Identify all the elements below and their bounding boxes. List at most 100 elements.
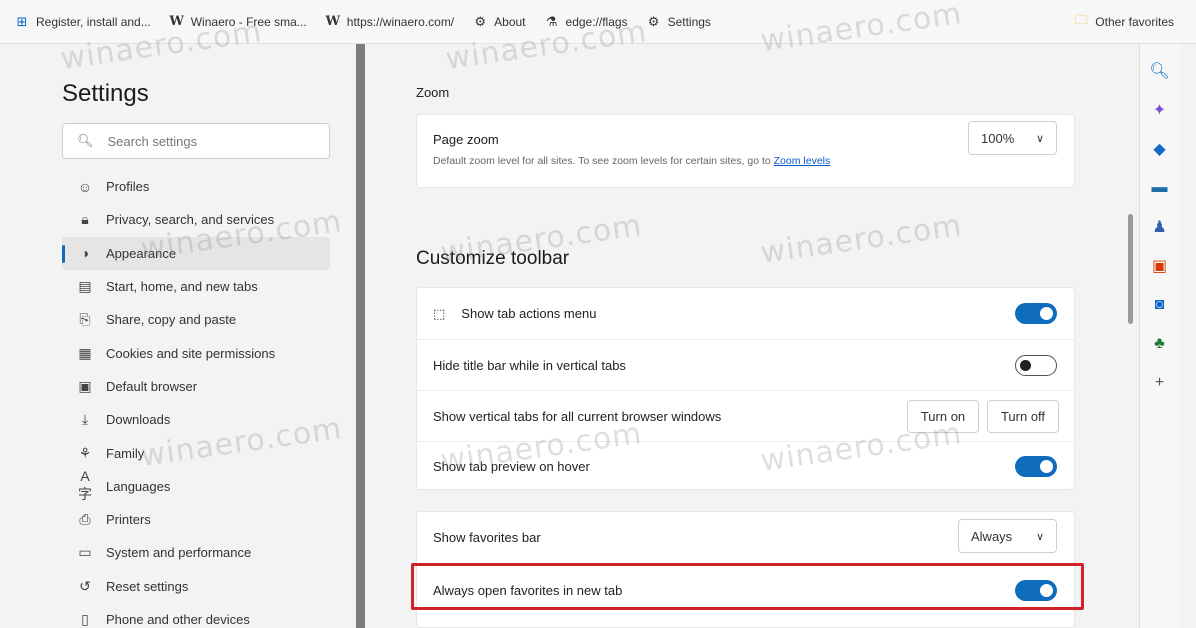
settings-nav: ☺ Profiles 🔒︎ Privacy, search, and servi…	[62, 170, 330, 628]
download-icon: ⤓	[81, 411, 89, 428]
favorite-about[interactable]: ⚙ About	[472, 14, 525, 30]
customize-toolbar-heading: Customize toolbar	[416, 248, 570, 269]
sidebar-item-label: Share, copy and paste	[106, 312, 237, 328]
sidebar-item-appearance[interactable]: ◑ Appearance	[62, 236, 330, 270]
highlight-box	[411, 563, 1084, 610]
sidebar-item-system[interactable]: ▭ System and performance	[62, 536, 330, 569]
row-label: Show favorites bar	[433, 530, 541, 545]
search-icon[interactable]: 🔍︎	[1149, 58, 1169, 84]
sidebar-item-start-home[interactable]: ▤ Start, home, and new tabs	[62, 270, 330, 303]
sidebar-item-label: Default browser	[106, 378, 198, 394]
sidebar-item-label: Reset settings	[106, 578, 189, 594]
sidebar-item-label: Family	[106, 445, 145, 461]
row-label: Show vertical tabs for all current brows…	[433, 408, 722, 424]
favorite-winaero[interactable]: W Winaero - Free sma...	[169, 14, 306, 30]
briefcase-icon[interactable]: ▬	[1150, 175, 1170, 201]
row-hide-title-bar: Hide title bar while in vertical tabs	[417, 339, 1074, 390]
page-zoom-desc-text: Default zoom level for all sites. To see…	[433, 155, 771, 167]
toggle-knob	[1020, 360, 1031, 371]
printer-icon: ⎙	[79, 511, 91, 528]
sidebar-item-share-copy[interactable]: ⎘ Share, copy and paste	[62, 303, 330, 336]
row-tab-preview: Show tab preview on hover	[417, 441, 1074, 491]
turn-off-button[interactable]: Turn off	[987, 400, 1059, 433]
favorite-register[interactable]: ⊞ Register, install and...	[14, 14, 151, 30]
browser-icon: ▣	[78, 377, 92, 394]
favorite-flags[interactable]: ⚗ edge://flags	[544, 14, 628, 30]
sidebar-item-label: Printers	[106, 512, 151, 528]
sidebar-item-label: System and performance	[106, 545, 252, 561]
edge-sidebar: 🔍︎ ✦ ◆ ▬ ♟ ▣ ◙ ♣ +	[1139, 44, 1179, 628]
sidebar-item-label: Downloads	[106, 412, 171, 428]
page-zoom-dropdown[interactable]: 100% ∨	[968, 121, 1057, 155]
search-settings-input[interactable]: 🔍︎ Search settings	[62, 123, 330, 159]
page-zoom-value: 100%	[981, 130, 1015, 146]
toolbar-card: ⬚ Show tab actions menu Hide title bar w…	[416, 287, 1075, 490]
copilot-icon[interactable]: ✦	[1150, 97, 1170, 123]
favorites-bar-dropdown[interactable]: Always ∨	[958, 519, 1057, 553]
add-icon[interactable]: +	[1150, 370, 1170, 396]
sidebar-item-label: Profiles	[106, 179, 150, 195]
sidebar-item-phone[interactable]: ▯ Phone and other devices	[62, 603, 330, 628]
games-icon[interactable]: ♟	[1150, 214, 1170, 240]
windows-logo-icon: ⊞	[16, 13, 28, 29]
row-label: Hide title bar while in vertical tabs	[433, 357, 626, 373]
favorite-label: Register, install and...	[36, 14, 151, 29]
row-show-tab-actions: ⬚ Show tab actions menu	[417, 288, 1074, 339]
favorite-winaero-url[interactable]: W https://winaero.com/	[325, 14, 454, 30]
sidebar-item-label: Start, home, and new tabs	[106, 279, 258, 295]
other-favorites-label: Other favorites	[1095, 15, 1174, 29]
office-icon[interactable]: ▣	[1150, 253, 1170, 279]
other-favorites[interactable]: 🗀 Other favorites	[1073, 12, 1174, 30]
favorites-bar: ⊞ Register, install and... W Winaero - F…	[0, 0, 1196, 44]
folder-icon: 🗀	[1074, 12, 1088, 27]
tag-icon[interactable]: ◆	[1150, 136, 1170, 162]
chevron-down-icon: ∨	[1035, 530, 1044, 543]
sidebar-item-downloads[interactable]: ⤓ Downloads	[62, 403, 330, 436]
favorite-label: About	[494, 14, 526, 29]
lock-icon: 🔒︎	[81, 211, 89, 228]
gear-icon: ⚙	[474, 13, 486, 29]
sidebar-item-profiles[interactable]: ☺ Profiles	[62, 170, 330, 203]
sidebar-item-printers[interactable]: ⎙ Printers	[62, 503, 330, 536]
tab-preview-toggle[interactable]	[1015, 456, 1057, 477]
flask-icon: ⚗	[545, 13, 558, 29]
cookie-icon: ▦	[78, 344, 92, 361]
show-tab-actions-toggle[interactable]	[1015, 303, 1057, 324]
favorites-bar-value: Always	[971, 528, 1013, 544]
pane-divider	[356, 44, 365, 628]
gear-icon: ⚙	[647, 13, 660, 29]
sidebar-item-label: Appearance	[106, 245, 177, 261]
appearance-icon: ◑	[80, 245, 90, 262]
system-icon: ▭	[78, 544, 92, 561]
chevron-down-icon: ∨	[1035, 132, 1044, 145]
winaero-w-icon: W	[325, 14, 341, 29]
settings-title: Settings	[62, 80, 149, 107]
phone-icon: ▯	[81, 611, 89, 627]
page-zoom-title: Page zoom	[433, 132, 499, 147]
sidebar-item-privacy[interactable]: 🔒︎ Privacy, search, and services	[62, 203, 330, 236]
search-icon: 🔍︎	[77, 133, 94, 148]
outlook-icon[interactable]: ◙	[1150, 292, 1170, 318]
home-icon: ▤	[78, 278, 92, 295]
scrollbar-thumb[interactable]	[1128, 214, 1133, 324]
zoom-levels-link[interactable]: Zoom levels	[774, 155, 831, 167]
share-icon: ⎘	[79, 311, 91, 328]
zoom-card: Page zoom Default zoom level for all sit…	[416, 114, 1075, 188]
favorite-settings[interactable]: ⚙ Settings	[646, 14, 711, 30]
page-zoom-description: Default zoom level for all sites. To see…	[433, 155, 830, 167]
sidebar-item-cookies[interactable]: ▦ Cookies and site permissions	[62, 336, 330, 369]
sidebar-item-reset[interactable]: ↺ Reset settings	[62, 570, 330, 603]
sidebar-item-label: Phone and other devices	[106, 612, 250, 627]
family-icon: ⚘	[78, 444, 92, 461]
toggle-knob	[1040, 460, 1053, 473]
hide-title-bar-toggle[interactable]	[1015, 355, 1057, 376]
sidebar-item-default-browser[interactable]: ▣ Default browser	[62, 370, 330, 403]
profile-icon: ☺	[77, 178, 93, 195]
row-label: Show tab actions menu	[461, 306, 597, 321]
sidebar-item-languages[interactable]: A字 Languages	[62, 468, 330, 503]
tree-icon[interactable]: ♣	[1150, 331, 1170, 357]
sidebar-item-label: Languages	[106, 478, 171, 494]
turn-on-button[interactable]: Turn on	[907, 400, 979, 433]
scrollbar[interactable]	[1126, 44, 1136, 628]
sidebar-item-family[interactable]: ⚘ Family	[62, 436, 330, 469]
